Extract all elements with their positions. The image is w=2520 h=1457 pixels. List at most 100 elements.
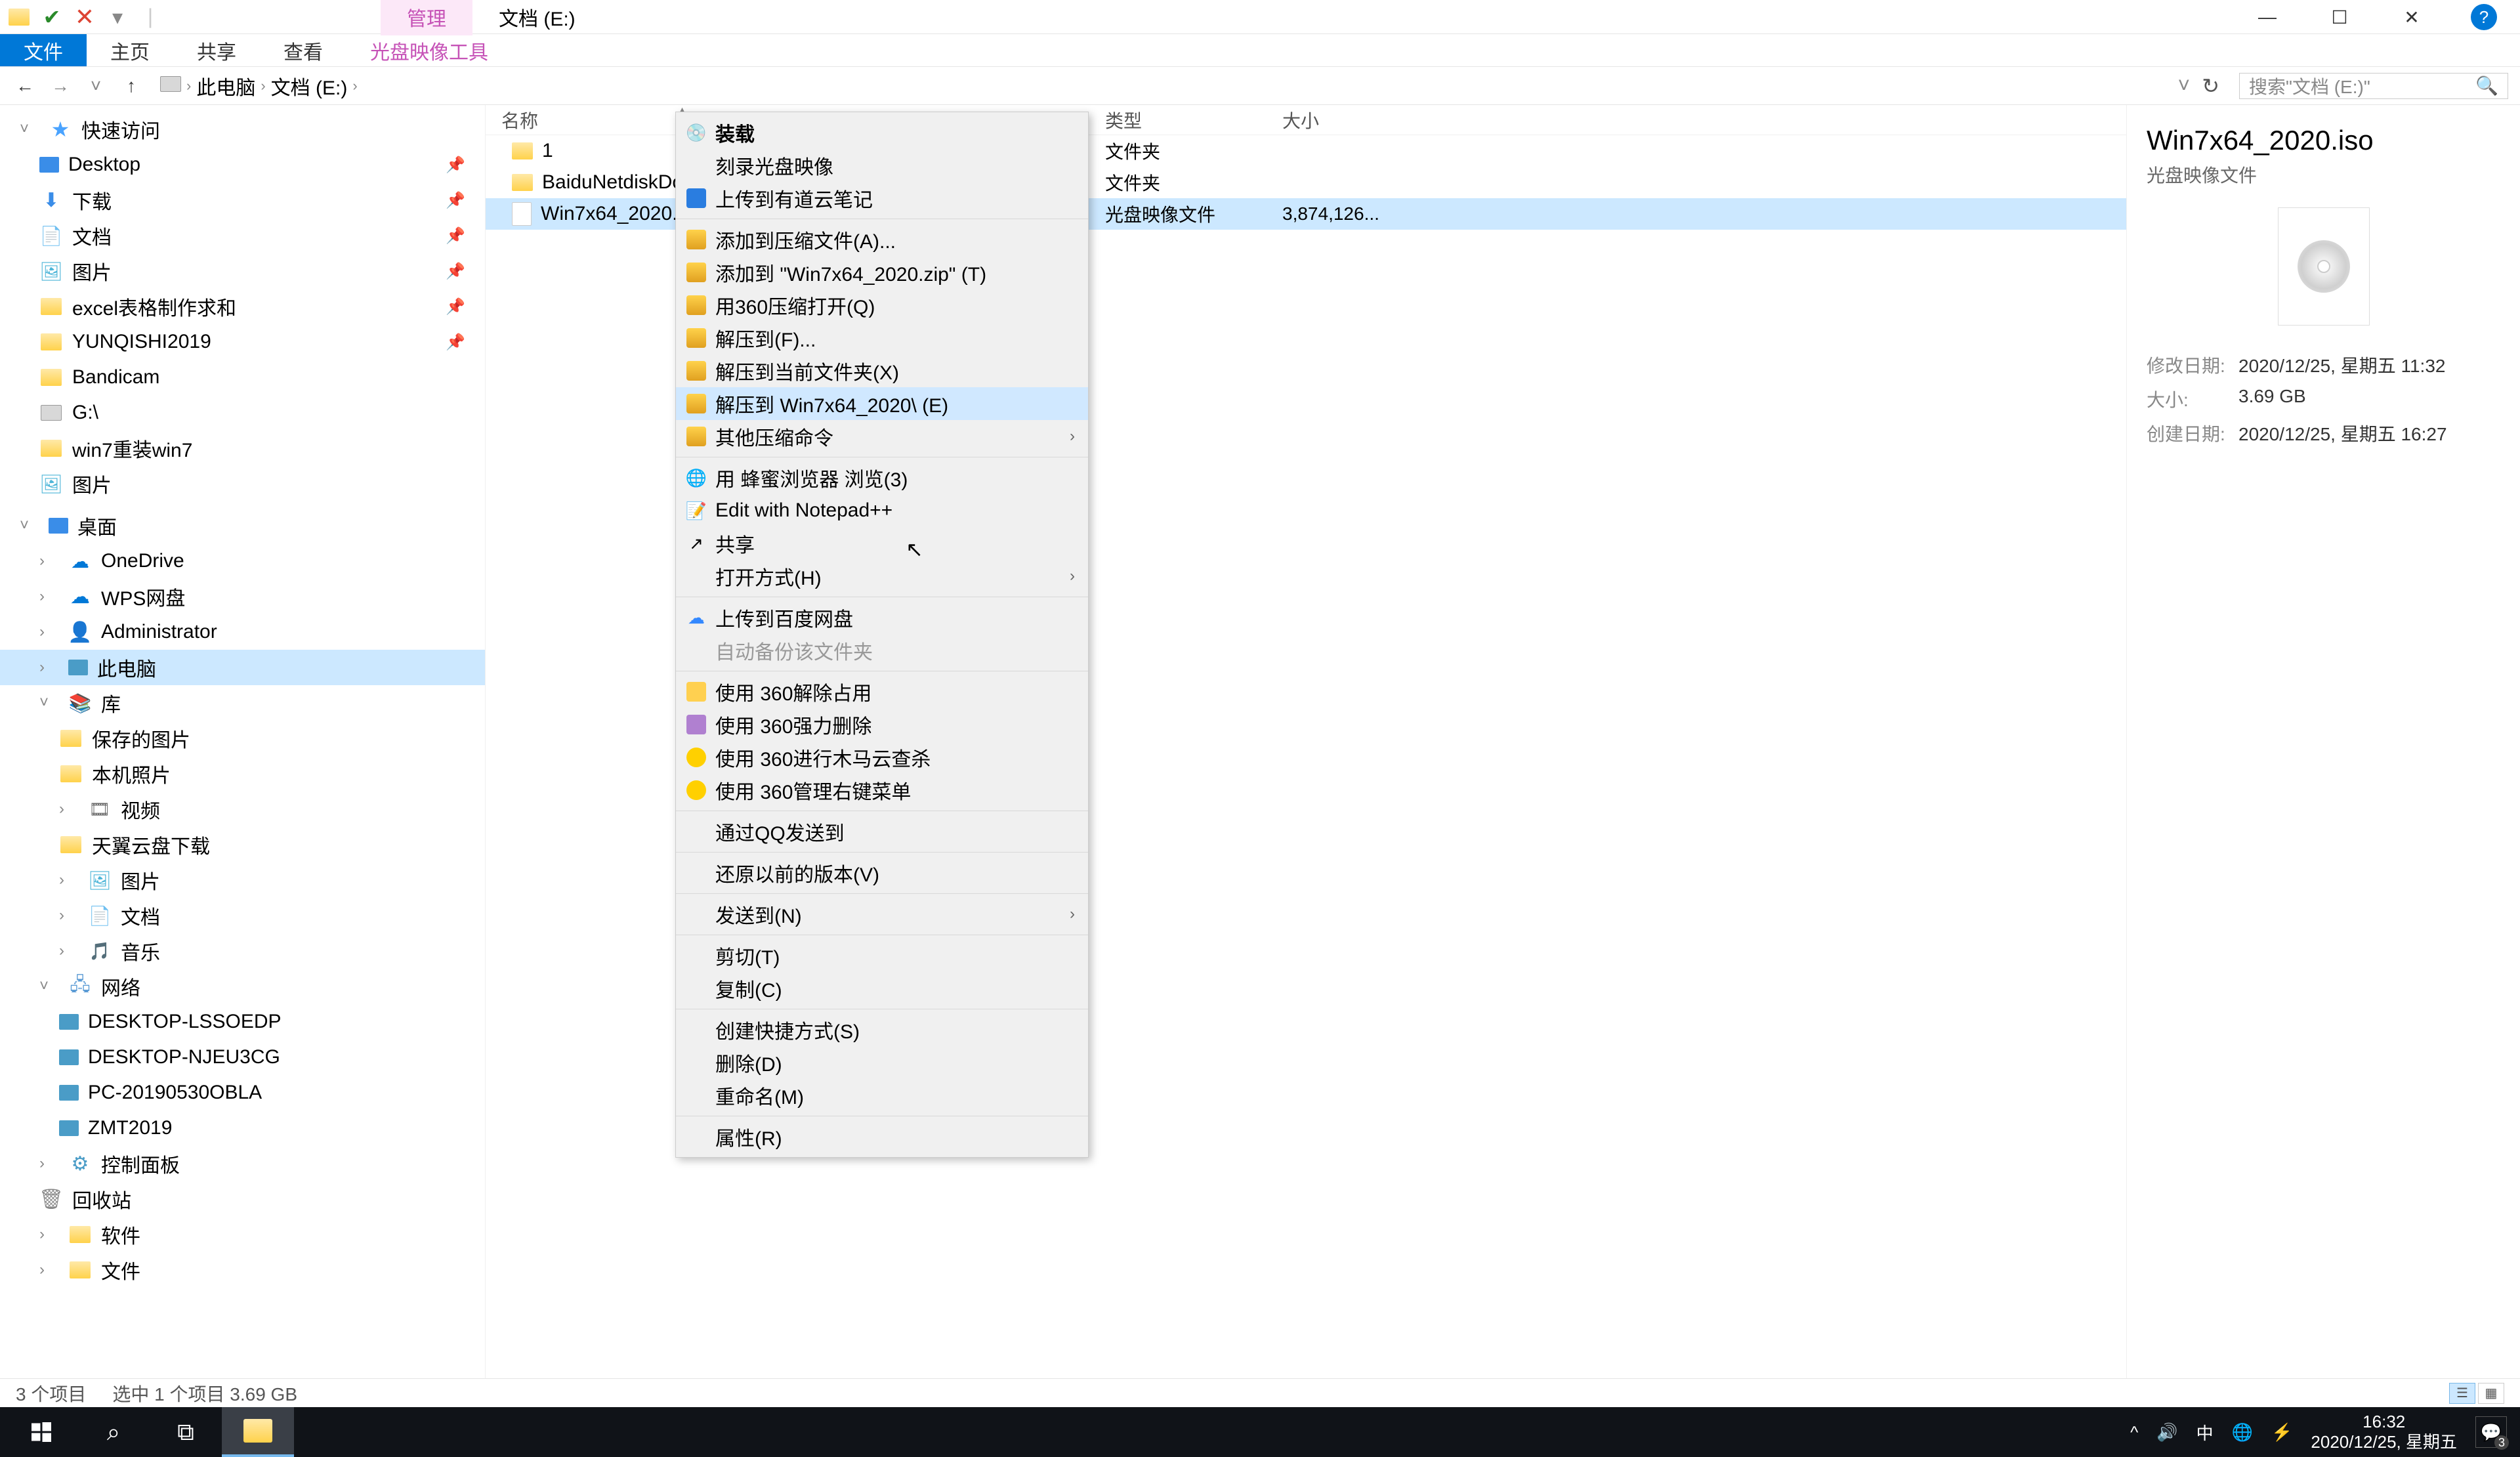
tray-expand-button[interactable]: ^ bbox=[2130, 1422, 2138, 1443]
tree-net3[interactable]: PC-20190530OBLA bbox=[0, 1075, 485, 1110]
sidebar[interactable]: ˅★快速访问 Desktop📌 ⬇下载📌 📄文档📌 🖼图片📌 excel表格制作… bbox=[0, 105, 486, 1378]
close-button[interactable]: ✕ bbox=[2376, 0, 2448, 34]
ctx-scan-360[interactable]: 使用 360进行木马云查杀 bbox=[676, 741, 1088, 774]
ribbon-file-tab[interactable]: 文件 bbox=[0, 34, 87, 66]
tree-net4[interactable]: ZMT2019 bbox=[0, 1110, 485, 1146]
search-input[interactable]: 搜索"文档 (E:)" 🔍 bbox=[2239, 73, 2508, 99]
tree-gdrive[interactable]: G:\ bbox=[0, 395, 485, 431]
ctx-qq-send[interactable]: 通过QQ发送到 bbox=[676, 815, 1088, 848]
tree-quick-access[interactable]: ˅★快速访问 bbox=[0, 112, 485, 147]
nav-recent-button[interactable]: ˅ bbox=[83, 73, 109, 99]
ctx-properties[interactable]: 属性(R) bbox=[676, 1120, 1088, 1153]
file-list-panel[interactable]: 名称▴ 修改日期 类型 大小 1 2020/12/15, 星期二 1... 文件… bbox=[486, 105, 2126, 1378]
tree-onedrive[interactable]: ›☁OneDrive bbox=[0, 543, 485, 579]
dropdown-icon[interactable]: ▾ bbox=[104, 3, 131, 31]
tree-this-pc[interactable]: ›此电脑 bbox=[0, 650, 485, 685]
start-button[interactable] bbox=[5, 1407, 77, 1457]
refresh-button[interactable]: ↻ bbox=[2202, 74, 2219, 98]
tree-network[interactable]: ˅🖧网络 bbox=[0, 969, 485, 1004]
ribbon-view-tab[interactable]: 查看 bbox=[260, 34, 346, 66]
ctx-extract-folder[interactable]: 解压到 Win7x64_2020\ (E) bbox=[676, 387, 1088, 420]
tree-library[interactable]: ˅📚库 bbox=[0, 685, 485, 721]
close-red-icon[interactable]: ✕ bbox=[71, 3, 98, 31]
ctx-extract-here[interactable]: 解压到当前文件夹(X) bbox=[676, 354, 1088, 387]
ctx-cut[interactable]: 剪切(T) bbox=[676, 939, 1088, 972]
tree-videos[interactable]: ›🎞视频 bbox=[0, 792, 485, 827]
ctx-delete[interactable]: 删除(D) bbox=[676, 1046, 1088, 1079]
addr-dropdown-button[interactable]: ˅ bbox=[2178, 74, 2191, 98]
task-view-button[interactable]: ⧉ bbox=[150, 1407, 222, 1457]
tree-net1[interactable]: DESKTOP-LSSOEDP bbox=[0, 1004, 485, 1040]
explorer-task-button[interactable] bbox=[222, 1407, 294, 1457]
ctx-bee-browser[interactable]: 🌐用 蜂蜜浏览器 浏览(3) bbox=[676, 461, 1088, 494]
tree-pictures2[interactable]: 🖼图片 bbox=[0, 466, 485, 501]
maximize-button[interactable]: ☐ bbox=[2303, 0, 2376, 34]
ctx-baidu[interactable]: ☁上传到百度网盘 bbox=[676, 601, 1088, 634]
breadcrumb[interactable]: › 此电脑 › 文档 (E:) › bbox=[154, 72, 2169, 100]
taskbar[interactable]: ⌕ ⧉ ^ 🔊 中 🌐 ⚡ 16:32 2020/12/25, 星期五 💬3 bbox=[0, 1407, 2520, 1457]
tree-music[interactable]: ›🎵音乐 bbox=[0, 933, 485, 969]
battery-icon[interactable]: ⚡ bbox=[2271, 1422, 2292, 1443]
ctx-open-360zip[interactable]: 用360压缩打开(Q) bbox=[676, 289, 1088, 322]
tree-admin[interactable]: ›👤Administrator bbox=[0, 614, 485, 650]
help-button[interactable]: ? bbox=[2448, 0, 2520, 34]
tree-tianyi[interactable]: 天翼云盘下载 bbox=[0, 827, 485, 862]
ctx-mount[interactable]: 💿装载 bbox=[676, 116, 1088, 149]
tree-win7re[interactable]: win7重装win7 bbox=[0, 431, 485, 466]
taskbar-clock[interactable]: 16:32 2020/12/25, 星期五 bbox=[2311, 1412, 2457, 1452]
tree-documents[interactable]: 📄文档📌 bbox=[0, 218, 485, 253]
ctx-notepad[interactable]: 📝Edit with Notepad++ bbox=[676, 494, 1088, 527]
ribbon-disctools-tab[interactable]: 光盘映像工具 bbox=[346, 34, 512, 66]
ctx-force-del-360[interactable]: 使用 360强力删除 bbox=[676, 708, 1088, 741]
nav-forward-button[interactable]: → bbox=[47, 73, 74, 99]
chevron-right-icon[interactable]: › bbox=[186, 77, 191, 95]
tree-pictures3[interactable]: ›🖼图片 bbox=[0, 862, 485, 898]
ctx-extract-to[interactable]: 解压到(F)... bbox=[676, 322, 1088, 354]
col-header-size[interactable]: 大小 bbox=[1267, 107, 1404, 133]
col-header-type[interactable]: 类型 bbox=[1089, 107, 1267, 133]
tree-excel[interactable]: excel表格制作求和📌 bbox=[0, 289, 485, 324]
ctx-copy[interactable]: 复制(C) bbox=[676, 972, 1088, 1005]
ctx-send-to[interactable]: 发送到(N)› bbox=[676, 898, 1088, 931]
ctx-restore[interactable]: 还原以前的版本(V) bbox=[676, 856, 1088, 889]
crumb-this-pc[interactable]: 此电脑 bbox=[196, 72, 255, 100]
view-icons-button[interactable]: ▦ bbox=[2478, 1383, 2504, 1404]
nav-up-button[interactable]: ↑ bbox=[118, 73, 144, 99]
ctx-add-archive[interactable]: 添加到压缩文件(A)... bbox=[676, 223, 1088, 256]
ribbon-share-tab[interactable]: 共享 bbox=[173, 34, 260, 66]
tree-pictures[interactable]: 🖼图片📌 bbox=[0, 253, 485, 289]
ctx-open-with[interactable]: 打开方式(H)› bbox=[676, 560, 1088, 593]
tree-recycle[interactable]: 🗑回收站 bbox=[0, 1181, 485, 1217]
tree-net2[interactable]: DESKTOP-NJEU3CG bbox=[0, 1040, 485, 1075]
tree-local-photos[interactable]: 本机照片 bbox=[0, 756, 485, 792]
ctx-add-zip[interactable]: 添加到 "Win7x64_2020.zip" (T) bbox=[676, 256, 1088, 289]
ctx-other-zip[interactable]: 其他压缩命令› bbox=[676, 420, 1088, 453]
notification-button[interactable]: 💬3 bbox=[2475, 1416, 2507, 1448]
manage-context-tab[interactable]: 管理 bbox=[381, 0, 472, 35]
tree-desktop-cn[interactable]: ˅桌面 bbox=[0, 508, 485, 543]
ctx-shortcut[interactable]: 创建快捷方式(S) bbox=[676, 1013, 1088, 1046]
ctx-manage-360[interactable]: 使用 360管理右键菜单 bbox=[676, 774, 1088, 807]
volume-icon[interactable]: 🔊 bbox=[2156, 1422, 2177, 1443]
view-details-button[interactable]: ☰ bbox=[2449, 1383, 2475, 1404]
crumb-drive[interactable]: 文档 (E:) bbox=[271, 72, 348, 100]
tree-bandicam[interactable]: Bandicam bbox=[0, 360, 485, 395]
chevron-right-icon[interactable]: › bbox=[261, 77, 265, 95]
check-icon[interactable]: ✔ bbox=[38, 3, 66, 31]
tree-software[interactable]: ›软件 bbox=[0, 1217, 485, 1252]
ctx-rename[interactable]: 重命名(M) bbox=[676, 1079, 1088, 1112]
network-icon[interactable]: 🌐 bbox=[2232, 1422, 2253, 1443]
ribbon-home-tab[interactable]: 主页 bbox=[87, 34, 173, 66]
search-button[interactable]: ⌕ bbox=[77, 1407, 150, 1457]
ctx-youdao[interactable]: 上传到有道云笔记 bbox=[676, 182, 1088, 215]
chevron-right-icon[interactable]: › bbox=[352, 77, 357, 95]
minimize-button[interactable]: — bbox=[2231, 0, 2303, 34]
tree-desktop[interactable]: Desktop📌 bbox=[0, 147, 485, 182]
tree-downloads[interactable]: ⬇下载📌 bbox=[0, 182, 485, 218]
tree-wps[interactable]: ›☁WPS网盘 bbox=[0, 579, 485, 614]
tree-control-panel[interactable]: ›⚙控制面板 bbox=[0, 1146, 485, 1181]
ctx-burn[interactable]: 刻录光盘映像 bbox=[676, 149, 1088, 182]
tree-saved-pics[interactable]: 保存的图片 bbox=[0, 721, 485, 756]
nav-back-button[interactable]: ← bbox=[12, 73, 38, 99]
tree-documents2[interactable]: ›📄文档 bbox=[0, 898, 485, 933]
